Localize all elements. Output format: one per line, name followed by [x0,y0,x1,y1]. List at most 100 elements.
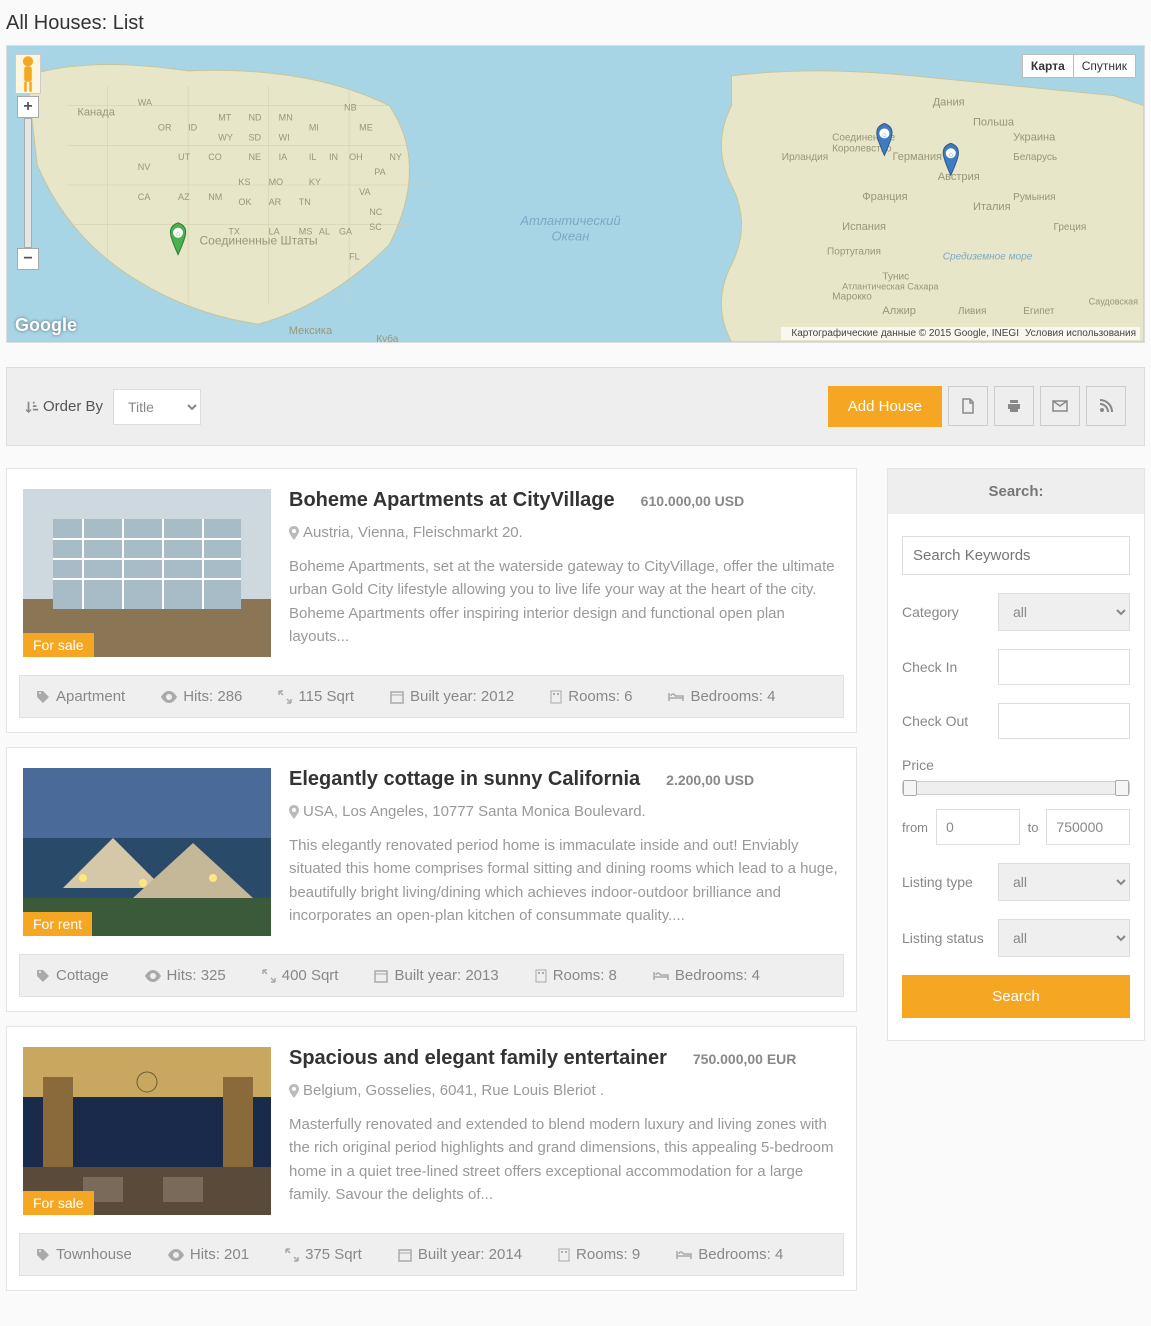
svg-text:⌂: ⌂ [176,231,180,238]
listing-price: 2.200,00 USD [666,772,754,788]
map-type-satellite-button[interactable]: Спутник [1073,54,1136,78]
svg-text:Марокко: Марокко [832,291,872,302]
svg-text:Атлантический: Атлантический [519,213,620,228]
eye-icon [161,691,177,703]
zoom-in-button[interactable]: + [17,96,39,118]
search-heading: Search: [888,469,1144,514]
svg-text:ND: ND [248,113,262,123]
svg-text:Румыния: Румыния [1013,192,1055,203]
listing-title[interactable]: Boheme Apartments at CityVillage [289,489,615,512]
listing-price: 750.000,00 EUR [693,1051,797,1067]
map-attribution: Картографические данные © 2015 Google, I… [781,327,1140,340]
zoom-slider[interactable] [24,118,32,248]
svg-text:Испания: Испания [842,221,886,233]
building-icon [550,690,562,704]
svg-text:KY: KY [309,177,321,187]
listing-thumbnail[interactable]: For sale [23,489,271,657]
svg-text:UT: UT [178,152,191,162]
sort-icon [25,400,39,414]
search-button[interactable]: Search [902,975,1130,1018]
email-icon-button[interactable] [1040,386,1080,426]
add-house-button[interactable]: Add House [828,386,942,427]
calendar-icon [390,690,404,704]
rss-icon-button[interactable] [1086,386,1126,426]
svg-text:MN: MN [279,113,293,123]
svg-text:Португалия: Португалия [827,247,881,258]
map-type-map-button[interactable]: Карта [1022,54,1073,78]
svg-text:PA: PA [374,167,385,177]
svg-text:AL: AL [319,227,330,237]
search-keywords-input[interactable] [902,536,1130,575]
svg-text:GA: GA [339,227,352,237]
checkout-input[interactable] [998,703,1130,739]
svg-text:Океан: Океан [552,229,590,244]
eye-icon [145,970,161,982]
svg-text:MT: MT [218,113,232,123]
status-badge: For sale [23,633,94,657]
price-to-input[interactable] [1046,809,1130,845]
pin-icon [289,1084,299,1098]
building-icon [558,1248,570,1262]
svg-text:IA: IA [279,152,288,162]
pegman-icon[interactable] [15,54,41,94]
tag-icon [36,690,50,704]
svg-text:NM: NM [208,192,222,202]
svg-text:Ирландия: Ирландия [782,152,828,163]
svg-text:IL: IL [309,152,317,162]
svg-text:Ливия: Ливия [958,306,987,317]
zoom-out-button[interactable]: − [17,248,39,270]
listing-type-select[interactable]: all [998,863,1130,901]
svg-text:NV: NV [138,162,151,172]
calendar-icon [398,1248,412,1262]
checkin-label: Check In [902,659,988,675]
map[interactable]: Соединенные Штаты Канада Мексика Атланти… [6,45,1145,343]
listing-title[interactable]: Spacious and elegant family entertainer [289,1047,667,1070]
listing-description: Boheme Apartments, set at the waterside … [289,555,840,648]
svg-text:KS: KS [238,177,250,187]
listing-thumbnail[interactable]: For rent [23,768,271,936]
price-from-input[interactable] [936,809,1020,845]
listing-card: For sale Boheme Apartments at CityVillag… [6,468,857,733]
svg-text:AR: AR [269,197,282,207]
category-select[interactable]: all [998,593,1130,631]
bed-icon [676,1249,692,1261]
print-icon-button[interactable] [994,386,1034,426]
price-label: Price [902,757,1130,773]
svg-text:ID: ID [188,122,198,132]
bed-icon [668,691,684,703]
listing-status-select[interactable]: all [998,919,1130,957]
listing-card: For rent Elegantly cottage in sunny Cali… [6,747,857,1012]
svg-text:NB: NB [344,103,357,113]
svg-text:WI: WI [279,132,290,142]
svg-text:SC: SC [369,222,382,232]
svg-text:NE: NE [248,152,261,162]
listing-thumbnail[interactable]: For sale [23,1047,271,1215]
listing-description: This elegantly renovated period home is … [289,834,840,927]
checkin-input[interactable] [998,649,1130,685]
eye-icon [168,1249,184,1261]
map-zoom-control: + − [17,96,39,270]
svg-text:ME: ME [359,122,373,132]
to-label: to [1028,820,1039,835]
tag-icon [36,969,50,983]
svg-text:Канада: Канада [77,107,115,119]
svg-text:TN: TN [299,197,311,207]
expand-icon [285,1248,299,1262]
svg-text:WY: WY [218,132,233,142]
listing-title[interactable]: Elegantly cottage in sunny California [289,768,640,791]
svg-text:Мексика: Мексика [289,325,333,337]
svg-text:MI: MI [309,122,319,132]
svg-text:Атлантическая Сахара: Атлантическая Сахара [842,281,938,291]
svg-text:Беларусь: Беларусь [1013,152,1057,163]
svg-text:IN: IN [329,152,338,162]
document-icon-button[interactable] [948,386,988,426]
svg-text:CO: CO [208,152,222,162]
svg-text:NC: NC [369,207,383,217]
order-by-select[interactable]: Title [113,389,201,425]
search-panel: Search: Category all Check In Check Out [887,468,1145,1041]
page-title: All Houses: List [6,6,1145,45]
svg-text:Средиземное море: Средиземное море [943,252,1033,263]
price-slider[interactable] [902,781,1130,795]
listing-meta: Cottage Hits: 325 400 Sqrt Built year: 2… [19,954,844,997]
svg-text:TX: TX [228,227,240,237]
